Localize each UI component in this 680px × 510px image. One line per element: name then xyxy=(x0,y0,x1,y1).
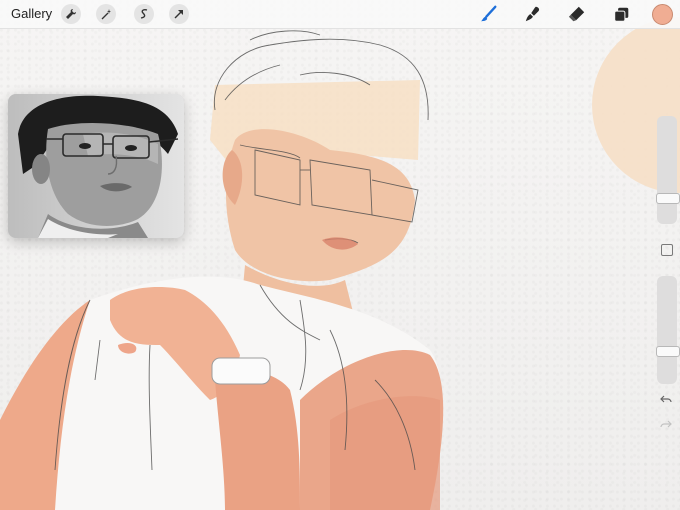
smudge-tool[interactable] xyxy=(522,4,544,24)
color-picker-swatch[interactable] xyxy=(652,4,673,25)
redo-button[interactable] xyxy=(660,418,672,433)
undo-button[interactable] xyxy=(660,393,672,408)
selection-icon xyxy=(140,9,148,19)
magic-wand-icon xyxy=(101,9,111,20)
artwork xyxy=(0,17,680,510)
transform-arrow-icon xyxy=(174,10,183,19)
eraser-icon xyxy=(568,6,585,22)
opacity-slider[interactable] xyxy=(656,276,680,384)
adjustments-button[interactable] xyxy=(96,4,116,24)
transform-button[interactable] xyxy=(169,4,189,24)
modify-button[interactable] xyxy=(661,244,673,256)
reference-photo xyxy=(8,94,184,238)
drawing-canvas[interactable] xyxy=(0,0,680,510)
brush-icon xyxy=(480,5,497,22)
brush-size-thumb[interactable] xyxy=(656,193,680,204)
layers-icon xyxy=(613,7,628,22)
undo-icon xyxy=(660,395,672,403)
layers-button[interactable] xyxy=(610,4,632,24)
redo-icon xyxy=(660,420,672,428)
wrench-icon xyxy=(66,9,76,19)
gallery-button[interactable]: Gallery xyxy=(11,6,52,21)
opacity-thumb[interactable] xyxy=(656,346,680,357)
brush-tool[interactable] xyxy=(478,4,500,24)
smudge-icon xyxy=(525,6,540,22)
reference-window[interactable] xyxy=(8,94,184,238)
brush-size-slider[interactable] xyxy=(656,116,680,224)
top-toolbar: Gallery xyxy=(0,0,680,29)
eraser-tool[interactable] xyxy=(566,4,588,24)
actions-button[interactable] xyxy=(61,4,81,24)
selection-button[interactable] xyxy=(134,4,154,24)
